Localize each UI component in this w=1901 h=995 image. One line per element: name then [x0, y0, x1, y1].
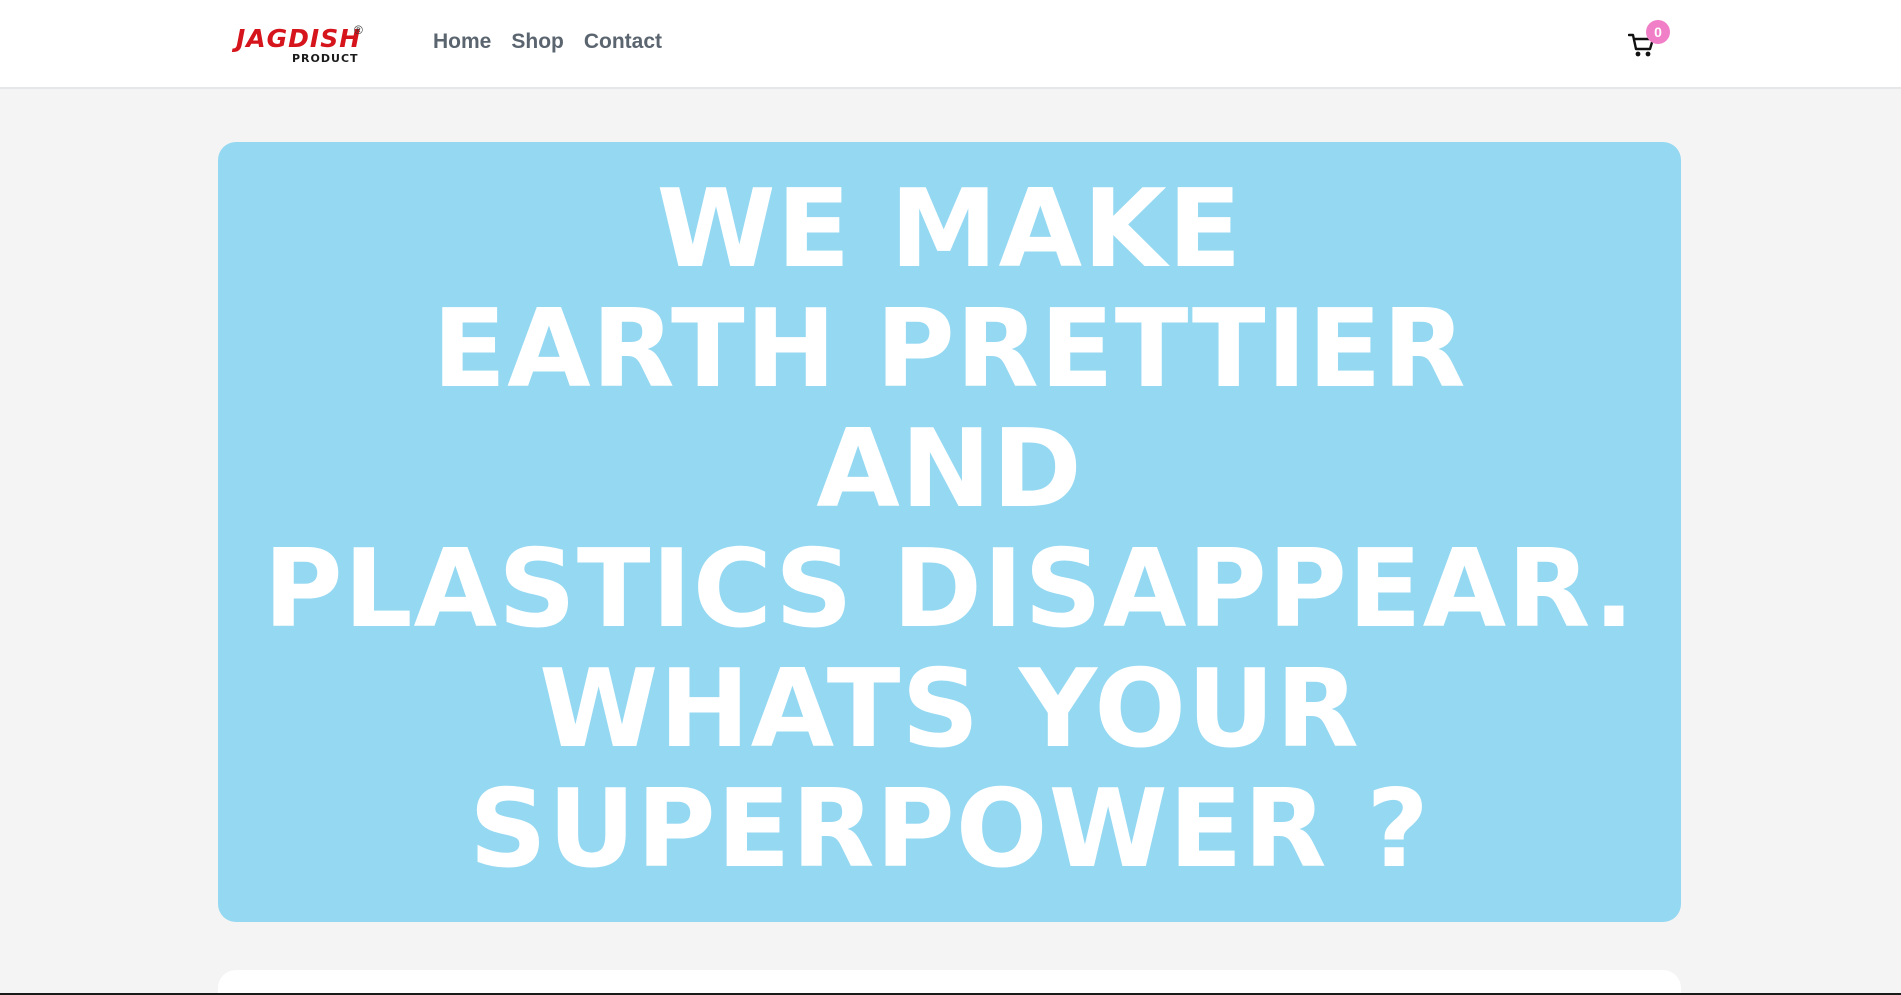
cart-count-badge: 0 [1646, 20, 1670, 44]
registered-mark: ® [354, 23, 363, 37]
hero-line-6: SUPERPOWER ? [469, 767, 1430, 892]
hero-line-5: WHATS YOUR [539, 647, 1360, 772]
brand-logo[interactable]: JAGDISH ® PRODUCT [236, 24, 366, 68]
nav-link-contact[interactable]: Contact [584, 28, 662, 56]
hero-line-2: EARTH PRETTIER [432, 287, 1467, 412]
nav-link-shop[interactable]: Shop [511, 28, 564, 56]
site-header: JAGDISH ® PRODUCT Home Shop Contact 0 [0, 0, 1901, 89]
hero-banner: WE MAKE EARTH PRETTIER AND PLASTICS DISA… [218, 142, 1681, 922]
brand-logo-wordmark: JAGDISH [236, 24, 362, 53]
hero-line-3: AND [816, 407, 1083, 532]
hero-line-1: WE MAKE [656, 167, 1243, 292]
next-section-card [218, 970, 1681, 993]
page-viewport: JAGDISH ® PRODUCT Home Shop Contact 0 WE… [0, 0, 1901, 993]
nav-link-home[interactable]: Home [433, 28, 491, 56]
main-nav: Home Shop Contact [433, 28, 682, 56]
hero-line-4: PLASTICS DISAPPEAR. [263, 527, 1636, 652]
cart-button[interactable]: 0 [1628, 20, 1670, 62]
brand-logo-tagline: PRODUCT [292, 52, 359, 65]
